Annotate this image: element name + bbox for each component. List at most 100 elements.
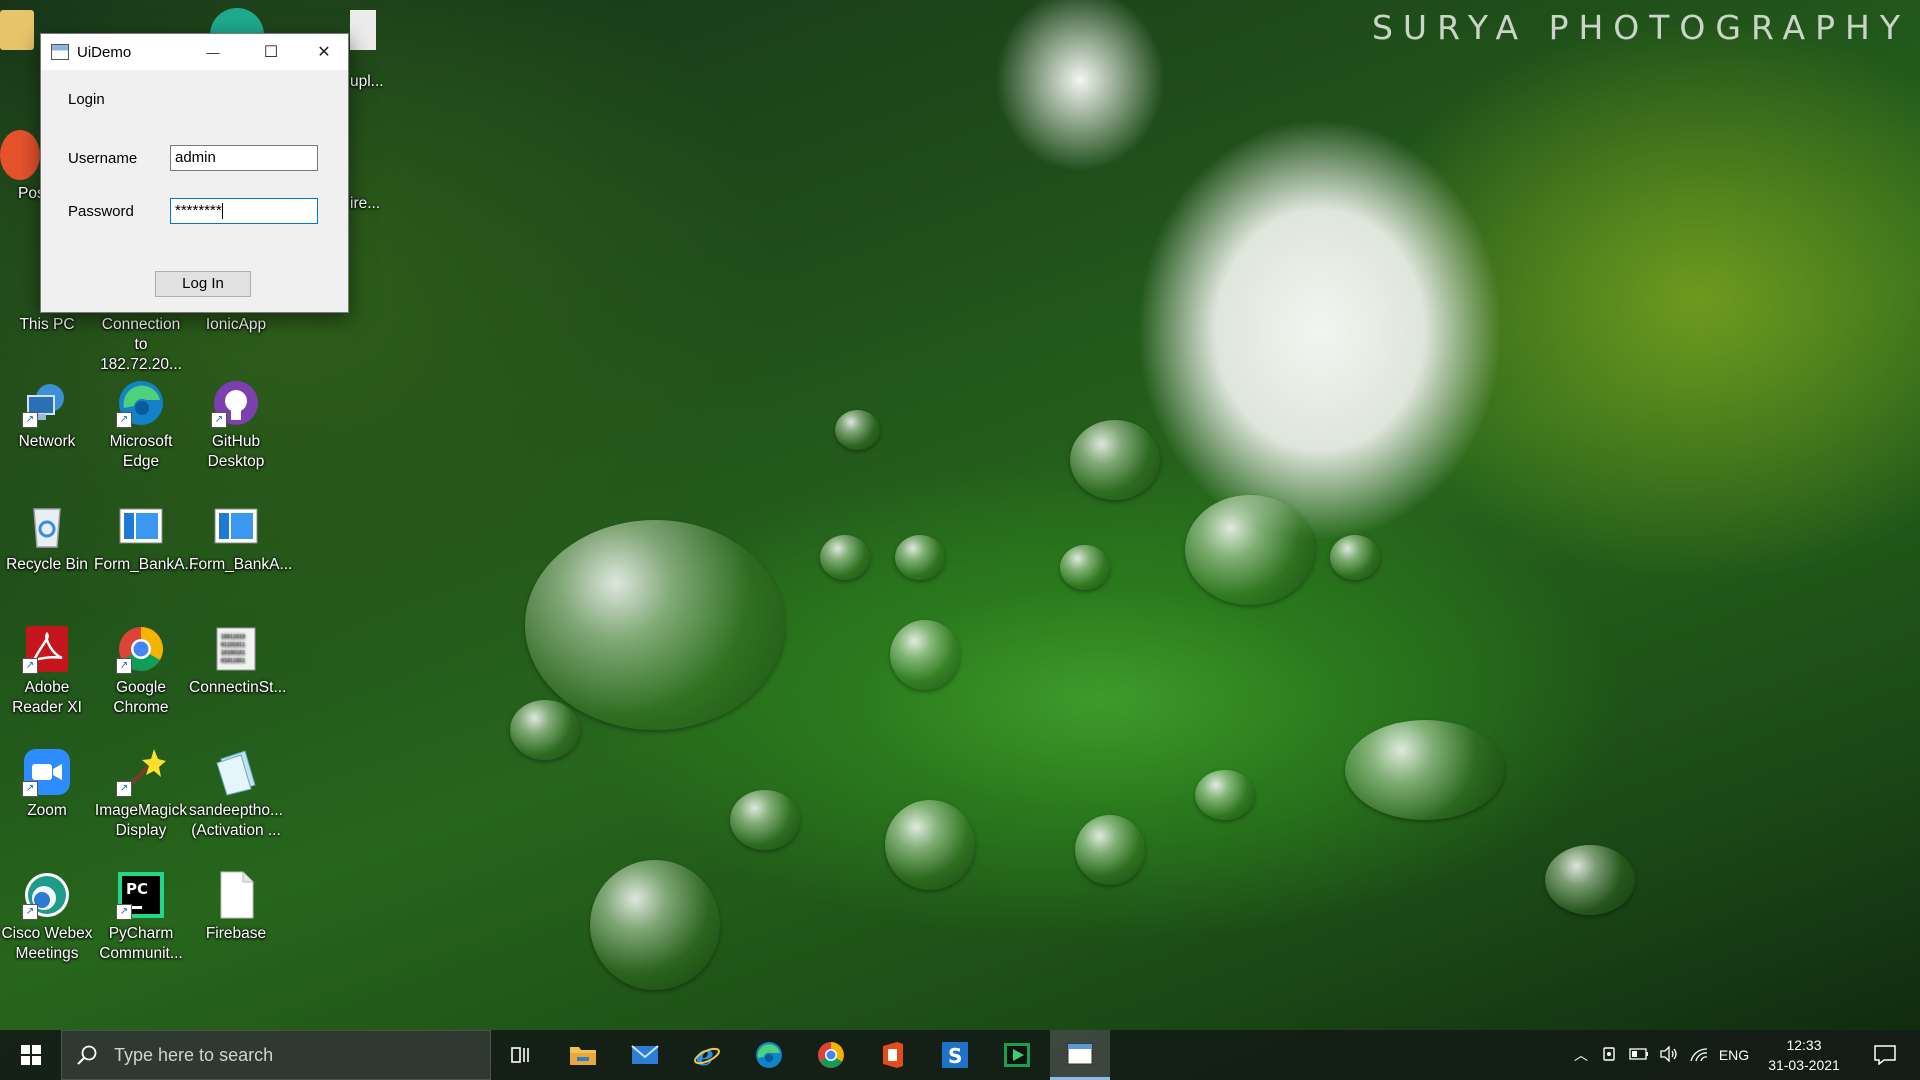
office-icon	[883, 1042, 903, 1068]
desktop-icon-label: Firebase	[205, 925, 267, 942]
desktop-icon-partial[interactable]	[0, 10, 40, 50]
desktop-icon-label: Desktop	[207, 453, 265, 470]
window-title: UiDemo	[77, 43, 132, 61]
google-chrome-icon	[818, 1042, 844, 1068]
desktop-icon-this-pc[interactable]: This PC	[0, 315, 94, 335]
desktop-icon-network[interactable]: ↗ Network	[0, 378, 94, 452]
desktop-icon-label: Recycle Bin	[6, 556, 88, 573]
shortcut-arrow-icon: ↗	[211, 412, 227, 428]
file-icon	[350, 10, 376, 50]
svg-text:S: S	[948, 1044, 962, 1068]
search-placeholder: Type here to search	[114, 1044, 274, 1065]
desktop-icon-label: Adobe	[24, 679, 70, 696]
taskbar-file-explorer[interactable]	[557, 1030, 609, 1080]
desktop-icon-label: PyCharm	[108, 925, 174, 942]
shortcut-arrow-icon: ↗	[116, 658, 132, 674]
taskbar-google-chrome[interactable]	[805, 1030, 857, 1080]
microsoft-edge-icon: ↗	[116, 378, 166, 428]
desktop-icon-zoom[interactable]: ↗ Zoom	[0, 747, 94, 821]
minimize-button[interactable]: —	[184, 34, 242, 70]
start-button[interactable]	[0, 1030, 61, 1080]
desktop-icon-microsoft-edge[interactable]: ↗ Microsoft Edge	[94, 378, 188, 472]
shortcut-arrow-icon: ↗	[116, 781, 132, 797]
desktop-icon-cisco-webex[interactable]: ↗ Cisco Webex Meetings	[0, 870, 94, 964]
desktop-icon-activation-file[interactable]: sandeeptho... (Activation ...	[189, 747, 283, 841]
desktop-icon-label: Network	[18, 433, 76, 450]
taskbar-uidemo-active[interactable]	[1050, 1030, 1110, 1080]
desktop-icon-ionicapp[interactable]: IonicApp	[189, 315, 283, 335]
shortcut-arrow-icon: ↗	[22, 781, 38, 797]
username-field[interactable]: admin	[170, 145, 318, 171]
desktop-icon-firebase[interactable]: Firebase	[189, 870, 283, 944]
search-icon	[77, 1045, 97, 1065]
taskbar-mail[interactable]	[619, 1030, 671, 1080]
shortcut-arrow-icon: ↗	[116, 412, 132, 428]
taskbar-search-box[interactable]: Type here to search	[61, 1030, 491, 1080]
desktop-icon-label: Communit...	[99, 945, 183, 962]
windows-logo-icon	[20, 1045, 41, 1065]
adobe-reader-icon: ↗	[22, 624, 72, 674]
imagemagick-wand-icon: ↗	[116, 747, 166, 797]
desktop-icon-label: Google	[116, 679, 166, 696]
desktop-icon-recycle-bin[interactable]: Recycle Bin	[0, 501, 94, 575]
desktop-icon-label: Form_BankA...	[94, 556, 198, 573]
shortcut-arrow-icon: ↗	[22, 904, 38, 920]
show-hidden-icons-chevron-icon[interactable]: ︿	[1568, 1045, 1594, 1065]
desktop-icon-label: Form_BankA...	[189, 556, 293, 573]
clock[interactable]: 12:33 31-03-2021	[1754, 1035, 1854, 1075]
desktop-icon-partial[interactable]: upl...	[350, 10, 390, 90]
desktop-icon-label: Cisco Webex	[1, 925, 93, 942]
folder-icon	[0, 10, 34, 50]
desktop-icon-remote-connection[interactable]: Connection to 182.72.20...	[94, 315, 188, 375]
desktop-icon-label: Meetings	[15, 945, 79, 962]
desktop-icon-label: Pos	[18, 185, 45, 202]
mail-icon	[631, 1045, 659, 1064]
desktop-icon-google-chrome[interactable]: ↗ Google Chrome	[94, 624, 188, 718]
title-bar[interactable]: UiDemo — ☐ ✕	[41, 34, 348, 70]
task-view-button[interactable]	[495, 1030, 545, 1080]
shortcut-arrow-icon: ↗	[22, 412, 38, 428]
desktop-icon-github-desktop[interactable]: ↗ GitHub Desktop	[189, 378, 283, 472]
desktop-icon-imagemagick[interactable]: ↗ ImageMagick Display	[94, 747, 188, 841]
taskbar-internet-explorer[interactable]: e	[681, 1030, 733, 1080]
form-app-icon	[211, 501, 261, 551]
desktop-icon-pycharm[interactable]: PC ↗ PyCharm Communit...	[94, 870, 188, 964]
login-heading: Login	[68, 91, 105, 108]
desktop-icon-label: GitHub	[211, 433, 261, 450]
action-center-button[interactable]	[1860, 1030, 1910, 1080]
username-value: admin	[175, 149, 216, 166]
battery-icon[interactable]	[1624, 1047, 1654, 1063]
recycle-bin-icon	[22, 501, 72, 551]
desktop-icon-label: upl...	[350, 73, 384, 90]
desktop-icon-label: Reader XI	[12, 699, 82, 716]
clock-time: 12:33	[1786, 1037, 1822, 1053]
desktop-icon-form-banka-2[interactable]: Form_BankA...	[189, 501, 292, 575]
password-field[interactable]: ********	[170, 198, 318, 224]
input-language-indicator[interactable]: ENG	[1714, 1047, 1754, 1063]
close-button[interactable]: ✕	[300, 34, 348, 70]
desktop-icon-label: This PC	[19, 316, 75, 333]
desktop-icon-connectinst[interactable]: 10011010 01101011 10100101 01011001 Connect…	[189, 624, 286, 698]
wifi-icon[interactable]	[1684, 1046, 1714, 1065]
text-file-icon	[211, 747, 261, 797]
desktop-icon-adobe-reader[interactable]: ↗ Adobe Reader XI	[0, 624, 94, 718]
taskbar-office[interactable]	[867, 1030, 919, 1080]
zoom-icon: ↗	[22, 747, 72, 797]
github-icon: ↗	[211, 378, 261, 428]
system-tray: ︿ ENG 12:33 31-03-2021	[1568, 1030, 1854, 1080]
blue-s-app-icon: S	[942, 1042, 968, 1068]
desktop-icon-form-banka-1[interactable]: Form_BankA...	[94, 501, 197, 575]
taskbar-media-player[interactable]	[991, 1030, 1043, 1080]
device-icon[interactable]	[1594, 1046, 1624, 1065]
wallpaper-watermark: SURYA PHOTOGRAPHY	[1371, 8, 1910, 47]
clock-date: 31-03-2021	[1768, 1057, 1840, 1073]
microsoft-edge-icon	[756, 1042, 782, 1068]
taskbar-app-s[interactable]: S	[929, 1030, 981, 1080]
taskbar-microsoft-edge[interactable]	[743, 1030, 795, 1080]
volume-icon[interactable]	[1654, 1044, 1684, 1065]
password-label: Password	[68, 203, 134, 220]
maximize-button[interactable]: ☐	[242, 34, 300, 70]
blank-file-icon	[211, 870, 261, 920]
binary-file-icon: 10011010 01101011 10100101 01011001	[211, 624, 261, 674]
login-button[interactable]: Log In	[155, 271, 251, 297]
